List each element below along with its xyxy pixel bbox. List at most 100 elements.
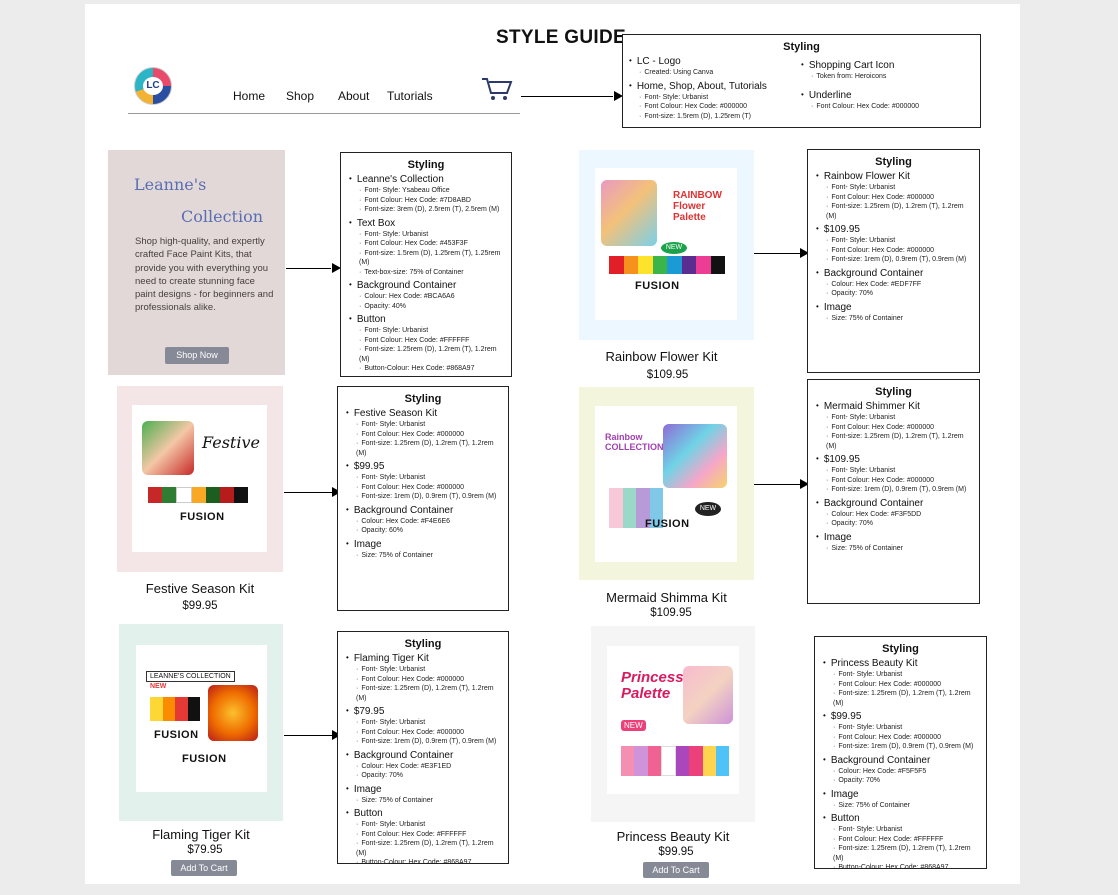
style-section: Text BoxFont- Style: UrbanistFont Colour…: [349, 218, 503, 278]
nav-tutorials[interactable]: Tutorials: [387, 89, 433, 103]
style-line: Colour: Hex Code: #F3F5DD: [816, 510, 971, 520]
style-line: Font- Style: Urbanist: [346, 820, 500, 830]
style-title: Flaming Tiger Kit: [346, 653, 500, 665]
style-title: Background Container: [816, 268, 971, 280]
nav-about[interactable]: About: [338, 89, 369, 103]
style-title: $109.95: [816, 224, 971, 236]
princess-product-image[interactable]: Princess Palette NEW: [607, 646, 739, 794]
style-line: Button-Colour: Hex Code: #868A97: [346, 858, 500, 868]
style-section: Leanne's CollectionFont- Style: Ysabeau …: [349, 174, 503, 215]
style-line: Font-size: 1.25rem (D), 1.2rem (T), 1.2r…: [823, 689, 978, 708]
style-line: Font-size: 1rem (D), 0.9rem (T), 0.9rem …: [816, 255, 971, 265]
style-line: Font-size: 1rem (D), 0.9rem (T), 0.9rem …: [823, 742, 978, 752]
style-section: ImageSize: 75% of Container: [816, 302, 971, 324]
princess-art-label: Princess Palette: [621, 669, 684, 702]
style-line: Font- Style: Urbanist: [346, 718, 500, 728]
style-line: Font- Style: Urbanist: [349, 326, 503, 336]
style-title: Princess Beauty Kit: [823, 658, 978, 670]
style-line: Colour: Hex Code: #BCA6A6: [349, 292, 503, 302]
style-line: Font- Style: Urbanist: [816, 466, 971, 476]
brand-logo: FUSION: [645, 518, 690, 530]
rainbow-art-label: RAINBOW Flower Palette: [673, 190, 722, 223]
style-title: Background Container: [346, 505, 500, 517]
arrow-line: [754, 484, 800, 485]
tiger-price: $79.95: [187, 844, 223, 856]
arrow-line: [754, 253, 800, 254]
style-title: Home, Shop, About, Tutorials: [629, 81, 799, 93]
style-line: Font-size: 1.25rem (D), 1.2rem (T), 1.2r…: [816, 202, 971, 221]
style-section: Mermaid Shimmer KitFont- Style: Urbanist…: [816, 401, 971, 451]
style-line: Colour: Hex Code: #E3F1ED: [346, 762, 500, 772]
styling-heading: Styling: [882, 643, 919, 655]
nav-home[interactable]: Home: [233, 89, 265, 103]
festive-name: Festive Season Kit: [145, 581, 255, 596]
style-section: Background ContainerColour: Hex Code: #B…: [349, 280, 503, 311]
add-to-cart-button[interactable]: Add To Cart: [171, 860, 237, 876]
style-line: Font Colour: Hex Code: #000000: [816, 423, 971, 433]
style-line: Font- Style: Urbanist: [823, 723, 978, 733]
style-line: Button-Colour: Hex Code: #868A97: [349, 364, 503, 374]
new-badge: NEW: [150, 683, 167, 690]
shopping-cart-icon[interactable]: [481, 76, 513, 102]
festive-product-image[interactable]: Festive FUSION: [132, 405, 267, 552]
style-line: Font Colour: Hex Code: #000000: [629, 102, 799, 112]
lc-logo-icon[interactable]: LC: [134, 67, 172, 105]
style-line: Font-size: 1.25rem (D), 1.2rem (T), 1.2r…: [816, 432, 971, 451]
rainbow-name: Rainbow Flower Kit: [605, 349, 718, 364]
style-line: Font Colour: Hex Code: #000000: [823, 733, 978, 743]
mermaid-price: $109.95: [650, 607, 692, 619]
style-line: Font-size: 1.25rem (D), 1.2rem (T), 1.2r…: [346, 684, 500, 703]
hero-text: Shop high-quality, and expertly crafted …: [135, 236, 274, 314]
style-title: Image: [816, 532, 971, 544]
style-line: Size: 75% of Container: [816, 544, 971, 554]
shop-now-button[interactable]: Shop Now: [165, 347, 229, 364]
style-line: Font Colour: Hex Code: #000000: [816, 476, 971, 486]
style-line: Font- Style: Urbanist: [816, 183, 971, 193]
style-section: ButtonFont- Style: UrbanistFont Colour: …: [346, 808, 500, 868]
style-line: Colour: Hex Code: #EDF7FF: [816, 280, 971, 290]
style-title: Image: [346, 539, 500, 551]
style-section: Flaming Tiger KitFont- Style: UrbanistFo…: [346, 653, 500, 703]
header-styling-right: Shopping Cart Icon Token from: Heroicons…: [801, 57, 971, 111]
add-to-cart-button[interactable]: Add To Cart: [643, 862, 709, 878]
new-badge: NEW: [661, 242, 687, 254]
style-title: Festive Season Kit: [346, 408, 500, 420]
festive-art-label: Festive: [202, 433, 260, 452]
style-title: Shopping Cart Icon: [801, 60, 971, 72]
style-line: Font- Style: Urbanist: [346, 473, 500, 483]
brand-logo: FUSION: [182, 753, 227, 765]
style-title: $99.95: [823, 711, 978, 723]
style-line: Font-size: 1rem (D), 0.9rem (T), 0.9rem …: [816, 485, 971, 495]
style-line: Font-size: 1.25rem (D), 1.2rem (T), 1.2r…: [349, 345, 503, 364]
mermaid-name: Mermaid Shimma Kit: [606, 590, 727, 605]
styling-heading: Styling: [407, 159, 445, 171]
style-line: Font- Style: Urbanist: [346, 665, 500, 675]
style-line: Token from: Heroicons: [801, 72, 971, 82]
style-line: Colour: Hex Code: #F5F5F5: [823, 767, 978, 777]
tiger-name: Flaming Tiger Kit: [152, 827, 250, 842]
style-line: Font-size: 1.5rem (D), 1.25rem (T), 1.25…: [349, 249, 503, 268]
style-section: ImageSize: 75% of Container: [346, 539, 500, 561]
brand-logo: FUSION: [180, 511, 225, 523]
tiger-product-image[interactable]: LEANNE'S COLLECTION NEW FUSION FUSION: [136, 645, 267, 792]
style-section: Background ContainerColour: Hex Code: #F…: [816, 498, 971, 529]
style-line: Font-size: 3rem (D), 2.5rem (T), 2.5rem …: [349, 205, 503, 215]
style-line: Font Colour: Hex Code: #000000: [346, 430, 500, 440]
style-line: Font- Style: Urbanist: [629, 93, 799, 103]
style-section: $99.95Font- Style: UrbanistFont Colour: …: [346, 461, 500, 502]
style-section: Festive Season KitFont- Style: UrbanistF…: [346, 408, 500, 458]
nav-shop[interactable]: Shop: [286, 89, 314, 103]
style-section: Background ContainerColour: Hex Code: #E…: [346, 750, 500, 781]
style-title: Text Box: [349, 218, 503, 230]
mermaid-styling-box: Styling Mermaid Shimmer KitFont- Style: U…: [807, 379, 980, 604]
mermaid-product-image[interactable]: Rainbow COLLECTION NEW FUSION: [595, 406, 737, 562]
new-badge: NEW: [695, 502, 721, 516]
festive-styling-box: StylingFestive Season KitFont- Style: Ur…: [337, 386, 509, 611]
style-line: Font Colour: Hex Code: #000000: [346, 675, 500, 685]
styling-heading: Styling: [875, 386, 912, 398]
style-line: Font- Style: Urbanist: [346, 420, 500, 430]
style-line: Font- Style: Urbanist: [823, 670, 978, 680]
tiger-art-label: LEANNE'S COLLECTION: [146, 671, 235, 682]
rainbow-product-image[interactable]: RAINBOW Flower Palette NEW FUSION: [595, 168, 737, 320]
style-title: Rainbow Flower Kit: [816, 171, 971, 183]
